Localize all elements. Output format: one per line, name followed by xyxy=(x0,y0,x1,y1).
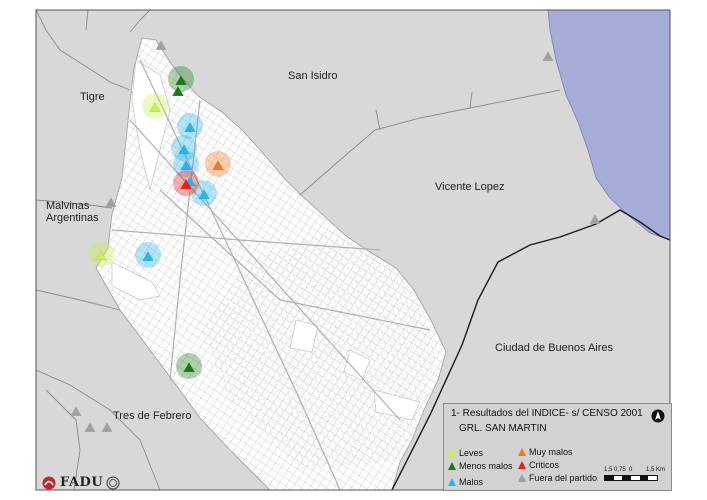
legend-item-leves: Leves xyxy=(448,448,483,458)
fadu-logo: FADU xyxy=(41,475,120,490)
triangle-icon xyxy=(448,462,456,470)
label-tres-de-febrero: Tres de Febrero xyxy=(113,410,192,422)
scale-label: 0 xyxy=(629,467,633,473)
triangle-icon xyxy=(518,448,526,456)
triangle-icon xyxy=(448,449,456,457)
label-vicente-lopez: Vicente Lopez xyxy=(435,181,505,193)
legend-item-label: Leves xyxy=(459,448,484,458)
triangle-icon xyxy=(518,474,526,482)
fadu-emblem-icon xyxy=(42,476,56,489)
map-page: San Isidro Tigre Malvinas Argentinas Vic… xyxy=(0,0,707,500)
legend-item-criticos: Criticos xyxy=(518,460,559,470)
scale-label: 1,5 Km xyxy=(646,467,666,473)
legend-item-label: Criticos xyxy=(529,460,560,470)
legend-item-label: Muy malos xyxy=(529,447,573,457)
legend-item-label: Malos xyxy=(459,477,484,487)
legend-item-malos: Malos xyxy=(448,477,483,487)
legend-item-muy-malos: Muy malos xyxy=(518,447,573,457)
legend-item-label: Fuera del partido xyxy=(529,473,598,483)
scale-bar: 1,5 0,75 0 1,5 Km xyxy=(604,467,666,481)
label-ciudad: Ciudad de Buenos Aires xyxy=(495,342,614,354)
label-malvinas-1: Malvinas xyxy=(46,200,90,212)
label-san-isidro: San Isidro xyxy=(288,70,338,82)
fadu-logo-text: FADU xyxy=(60,475,104,490)
triangle-icon xyxy=(448,478,456,486)
triangle-icon xyxy=(518,461,526,469)
university-seal-icon xyxy=(106,476,120,489)
label-tigre: Tigre xyxy=(80,91,105,103)
scale-label: 1,5 xyxy=(604,467,613,473)
map-legend: 1- Resultados del INDICE- s/ CENSO 2001 … xyxy=(443,403,672,491)
legend-item-menos-malos: Menos malos xyxy=(448,461,513,471)
north-arrow-icon xyxy=(651,409,665,423)
legend-item-fuera: Fuera del partido xyxy=(518,473,597,483)
legend-item-label: Menos malos xyxy=(459,461,513,471)
legend-subtitle: GRL. SAN MARTIN xyxy=(459,423,547,434)
label-malvinas-2: Argentinas xyxy=(46,212,99,224)
legend-title: 1- Resultados del INDICE- s/ CENSO 2001 xyxy=(451,408,643,419)
scale-label: 0,75 xyxy=(614,467,626,473)
